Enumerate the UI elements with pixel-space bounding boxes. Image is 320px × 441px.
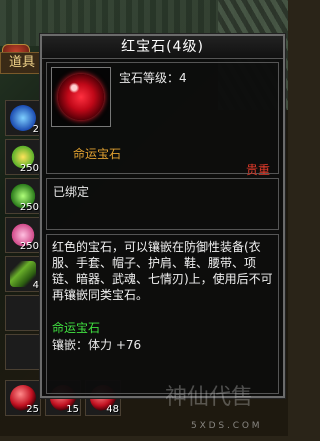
inventory-slot[interactable]: 2 [5,100,41,136]
inventory-slot[interactable]: 25 [5,380,41,416]
inventory-slot[interactable]: 250 [5,178,41,214]
bind-status: 已绑定 [53,185,90,199]
item-count: 15 [66,404,79,415]
gem-image-frame [51,67,111,127]
item-count: 250 [19,202,39,213]
item-count: 250 [19,163,39,174]
item-tooltip: 红宝石(4级) 宝石等级：4 命运宝石 贵重 已绑定 红色的宝石，可以镶嵌在防御… [39,33,286,399]
gem-level-text: 宝石等级：4 [119,71,187,85]
description-panel: 红色的宝石，可以镶嵌在防御性装备(衣服、手套、帽子、护肩、鞋、腰带、项链、暗器、… [46,234,279,394]
gem-set-name: 命运宝石 [73,147,122,161]
item-count: 48 [106,404,119,415]
watermark-url: 5 X D S . C O M [191,421,260,431]
inventory-grid: 2 250 250 250 4 [5,100,45,373]
bind-panel: 已绑定 [46,178,279,230]
item-count: 4 [32,280,39,291]
inventory-slot-empty[interactable] [5,334,41,370]
inventory-slot[interactable]: 250 [5,217,41,253]
inventory-slot-empty[interactable] [5,295,41,331]
rarity-label: 贵重 [245,163,270,177]
item-count: 25 [26,404,39,415]
item-description: 红色的宝石，可以镶嵌在防御性装备(衣服、手套、帽子、护肩、鞋、腰带、项链、暗器、… [52,240,273,302]
tooltip-title: 红宝石(4级) [42,36,283,59]
watermark-logo: 神仙代售 5 X D S . C O M [165,383,285,431]
inventory-slot[interactable]: 250 [5,139,41,175]
tab-items[interactable]: 道具 [0,52,44,74]
inlay-stat-line: 镶嵌：体力 +76 [52,338,142,352]
gem-info-panel: 宝石等级：4 命运宝石 贵重 [46,62,279,177]
watermark-text: 神仙代售 [165,385,254,410]
red-gem-icon [58,74,104,120]
set-line: 命运宝石 [52,321,101,335]
item-count: 2 [32,124,39,135]
item-count: 250 [19,241,39,252]
inventory-slot[interactable]: 4 [5,256,41,292]
